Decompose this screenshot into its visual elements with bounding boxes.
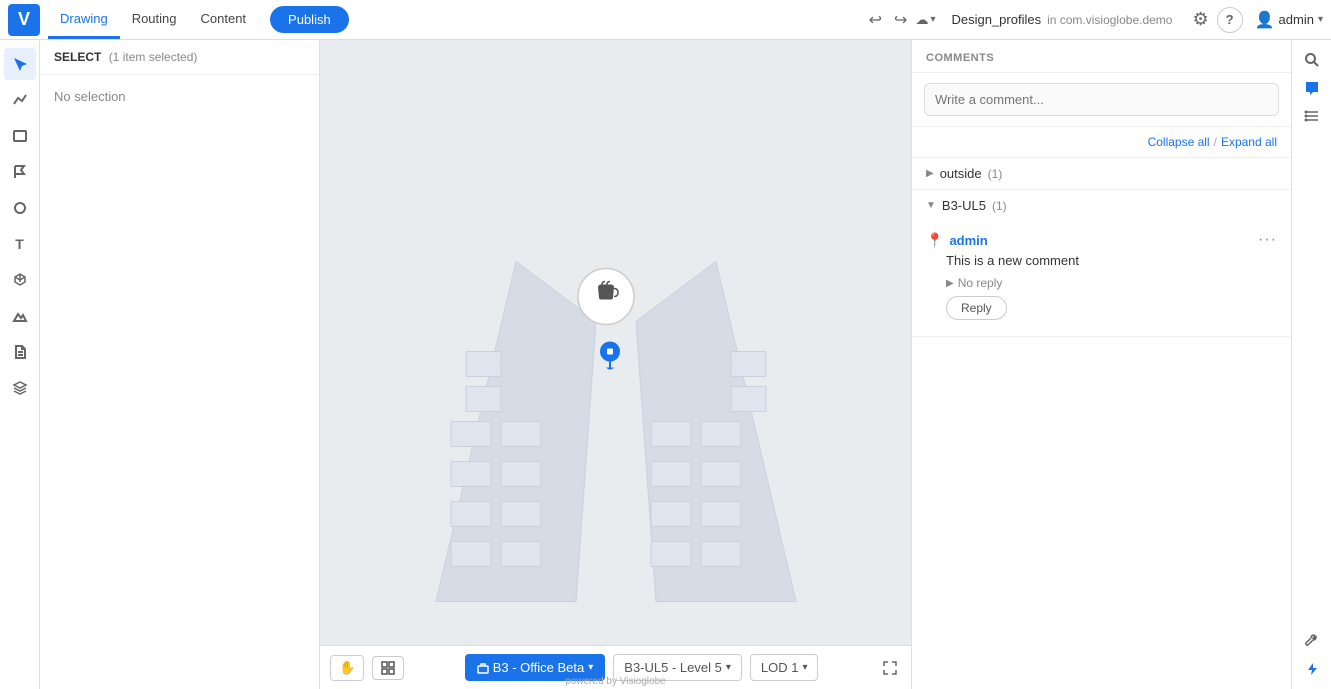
comment-author: admin [949,233,987,248]
right-icon-bar [1291,40,1331,689]
comment-more-button[interactable]: ··· [1258,231,1277,249]
cloud-dropdown-icon: ▾ [930,14,935,25]
lod-selector-button[interactable]: LOD 1 ▾ [750,654,819,681]
tool-text[interactable]: T [4,228,36,260]
expand-all-button[interactable]: Expand all [1221,135,1277,149]
user-dropdown-icon: ▾ [1318,14,1323,25]
comment-icon [1304,80,1320,96]
comment-item-0: 📍 admin ··· This is a new comment ▶ No r… [912,221,1291,336]
undo-button[interactable]: ↩ [865,6,886,34]
list-button[interactable] [1300,104,1324,128]
no-reply-chevron: ▶ [946,278,954,289]
tool-mountain[interactable] [4,300,36,332]
tools-button[interactable] [1300,629,1324,653]
tab-drawing[interactable]: Drawing [48,0,120,39]
app-logo[interactable]: V [8,4,40,36]
redo-button[interactable]: ↪ [890,6,911,34]
main-area: T SELECT (1 item selected) No selection [0,40,1331,689]
collapse-all-button[interactable]: Collapse all [1148,135,1210,149]
group-header-b3ul5[interactable]: ▼ B3-UL5 (1) [912,190,1291,221]
floor-plan [336,61,896,624]
undo-redo-group: ↩ ↪ [865,6,912,34]
comment-author-row: 📍 admin [926,232,988,249]
grid-button[interactable] [372,656,404,680]
cloud-save-button[interactable]: ☁ ▾ [915,12,935,28]
hand-icon: ✋ [339,660,355,676]
left-icon-bar: T [0,40,40,689]
fullscreen-button[interactable] [879,657,901,679]
canvas-content[interactable] [320,40,911,645]
search-button[interactable] [1300,48,1324,72]
comments-header: COMMENTS [912,40,1291,73]
group-count-outside: (1) [988,167,1003,181]
lod-dropdown-icon: ▾ [802,662,807,673]
left-panel: SELECT (1 item selected) No selection [40,40,320,689]
building-icon [477,662,489,674]
comment-item-header: 📍 admin ··· [926,231,1277,249]
comment-location-icon: 📍 [926,232,943,249]
floor-plan-svg [336,61,896,621]
user-menu[interactable]: 👤 admin ▾ [1255,10,1323,30]
floor-dropdown-icon: ▾ [588,662,593,673]
doc-title: Design_profiles [951,12,1041,27]
tool-layers[interactable] [4,372,36,404]
wrench-icon [1304,633,1320,649]
comment-group-outside: ▶ outside (1) [912,158,1291,190]
canvas-area[interactable]: ✋ B3 - Office Beta ▾ B3-UL5 - Level 5 ▾ … [320,40,911,689]
admin-label: admin [1279,12,1314,27]
collapse-expand-bar: Collapse all / Expand all [912,127,1291,158]
group-chevron-outside: ▶ [926,168,934,179]
comment-text: This is a new comment [946,253,1277,268]
comment-input-area [912,73,1291,127]
no-reply-label: No reply [958,276,1003,290]
select-count: (1 item selected) [109,50,198,64]
group-name-b3ul5: B3-UL5 [942,198,986,213]
hand-tool-button[interactable]: ✋ [330,655,364,681]
powered-by-label: powered by Visioglobe [565,676,665,687]
selection-bar: SELECT (1 item selected) [40,40,319,75]
search-icon [1304,52,1320,68]
topbar-right-actions: ? 👤 admin ▾ [1217,7,1323,33]
separator: / [1214,135,1217,149]
tool-pointer[interactable] [4,48,36,80]
no-reply-row: ▶ No reply [926,274,1277,296]
cloud-icon: ☁ [915,12,928,28]
publish-button[interactable]: Publish [270,6,349,33]
topbar: V Drawing Routing Content Publish ↩ ↪ ☁ … [0,0,1331,40]
tab-routing[interactable]: Routing [120,0,189,39]
fullscreen-icon [883,661,897,675]
comment-input[interactable] [924,83,1279,116]
help-button[interactable]: ? [1217,7,1243,33]
list-icon [1304,108,1320,124]
tool-rect[interactable] [4,120,36,152]
nav-tabs: Drawing Routing Content [48,0,258,39]
tool-trend[interactable] [4,84,36,116]
user-icon: 👤 [1255,10,1275,30]
group-name-outside: outside [940,166,982,181]
group-count-b3ul5: (1) [992,199,1007,213]
comment-group-b3ul5: ▼ B3-UL5 (1) 📍 admin ··· This is a new c… [912,190,1291,337]
bolt-button[interactable] [1300,657,1324,681]
doc-location: in com.visioglobe.demo [1047,13,1172,27]
settings-button[interactable]: ⚙ [1188,5,1212,34]
select-keyword: SELECT [54,50,101,64]
bolt-icon [1304,661,1320,677]
comments-panel-button[interactable] [1300,76,1324,100]
level-dropdown-icon: ▾ [726,662,731,673]
group-chevron-b3ul5: ▼ [926,200,936,211]
grid-icon [381,661,395,675]
tool-document[interactable] [4,336,36,368]
comment-groups: ▶ outside (1) ▼ B3-UL5 (1) 📍 ad [912,158,1291,689]
document-title-area: Design_profiles in com.visioglobe.demo [939,12,1184,27]
tool-flag[interactable] [4,156,36,188]
tab-content[interactable]: Content [189,0,259,39]
tool-circle[interactable] [4,192,36,224]
group-header-outside[interactable]: ▶ outside (1) [912,158,1291,189]
no-selection-label: No selection [40,75,319,118]
comments-panel: COMMENTS Collapse all / Expand all ▶ out… [911,40,1291,689]
tool-3d-box[interactable] [4,264,36,296]
reply-button[interactable]: Reply [946,296,1007,320]
